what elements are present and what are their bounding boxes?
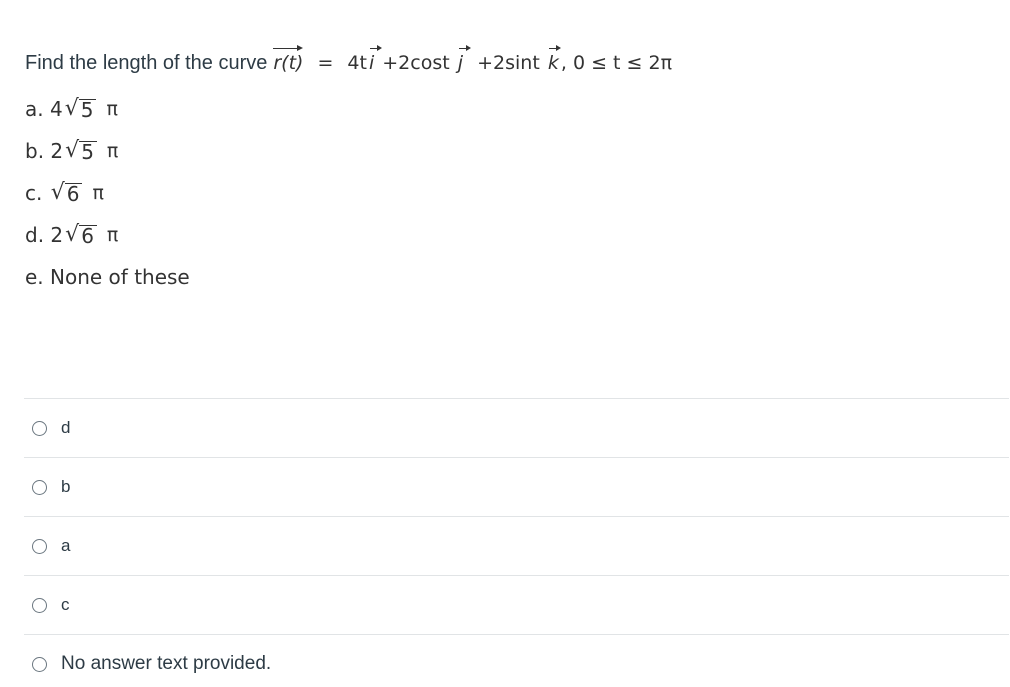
choice-letter: b. <box>25 139 45 163</box>
choice-e: e. None of these <box>25 265 190 289</box>
answer-label[interactable]: a <box>61 536 70 556</box>
answer-options: d b a c No answer text provided. <box>24 398 1009 687</box>
prompt-text: Find the length of the curve <box>25 52 268 74</box>
choice-coef: 4 <box>49 97 63 121</box>
pi-symbol: π <box>106 98 118 120</box>
answer-option-c[interactable]: c <box>24 575 1009 634</box>
unit-vector-k: k <box>548 45 561 74</box>
radicand: 5 <box>78 98 97 121</box>
radio-button[interactable] <box>32 479 47 495</box>
radicand: 5 <box>79 140 97 163</box>
choice-letter: a. <box>25 97 44 121</box>
radicand: 6 <box>79 224 97 247</box>
choice-coef: 2 <box>50 223 64 247</box>
pi-symbol: π <box>106 140 119 162</box>
sqrt-symbol: √ <box>65 221 80 247</box>
sqrt-expression: √ 6 <box>65 221 97 247</box>
unit-vector-i: i <box>369 45 383 74</box>
unit-vector-j: j <box>458 45 472 74</box>
choice-letter: c. <box>25 181 43 205</box>
sqrt-symbol: √ <box>64 95 79 121</box>
radio-button[interactable] <box>32 420 47 436</box>
pi-symbol: π <box>106 224 119 246</box>
answer-label[interactable]: c <box>61 595 70 615</box>
choice-b: b. 2 √ 5 π <box>25 130 985 172</box>
sqrt-expression: √ 6 <box>50 179 83 205</box>
answer-option-a[interactable]: a <box>24 516 1009 575</box>
sqrt-expression: √ 5 <box>65 137 97 163</box>
sqrt-expression: √ 5 <box>64 95 97 121</box>
answer-option-b[interactable]: b <box>24 457 1009 516</box>
answer-label[interactable]: d <box>61 418 70 438</box>
radio-button[interactable] <box>32 538 47 554</box>
equals-sign: = <box>317 52 334 74</box>
equation: r(t) = 4t i +2cost j +2sint k, 0 ≤ t ≤ 2π <box>273 45 673 74</box>
parameter-range: , 0 ≤ t ≤ 2π <box>560 52 673 74</box>
term-i-coef: 4t <box>347 52 367 74</box>
choice-c: c. √ 6 π <box>25 172 985 214</box>
answer-label[interactable]: No answer text provided. <box>61 653 271 675</box>
choice-coef: 2 <box>50 139 64 163</box>
radio-button[interactable] <box>32 597 47 613</box>
vector-function: r(t) <box>273 45 304 74</box>
question-prompt: Find the length of the curve r(t) = 4t i +2… <box>25 45 985 82</box>
term-k: +2sint <box>477 52 540 74</box>
choice-letter: d. <box>25 223 45 247</box>
sqrt-symbol: √ <box>65 137 80 163</box>
choice-list: a. 4 √ 5 π b. 2 √ 5 π c. √ 6 π d. 2 √ 6 π e. None o… <box>25 88 985 298</box>
sqrt-symbol: √ <box>50 179 65 205</box>
choice-a: a. 4 √ 5 π <box>25 88 985 130</box>
answer-option-d[interactable]: d <box>24 398 1009 457</box>
radio-button[interactable] <box>32 656 47 672</box>
answer-label[interactable]: b <box>61 477 70 497</box>
answer-option-no-answer[interactable]: No answer text provided. <box>24 634 1009 687</box>
term-j: +2cost <box>382 52 450 74</box>
choice-d: d. 2 √ 6 π <box>25 214 985 256</box>
pi-symbol: π <box>92 182 104 204</box>
question-block: Find the length of the curve r(t) = 4t i +2… <box>25 45 985 298</box>
radicand: 6 <box>64 182 83 205</box>
